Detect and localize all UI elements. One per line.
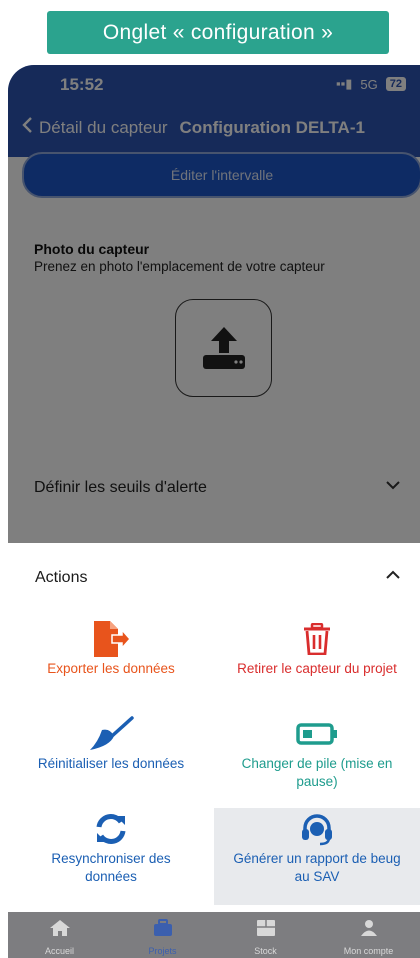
change-battery-button[interactable]: Changer de pile (mise en pause)	[214, 713, 420, 808]
tab-mon-compte-label: Mon compte	[343, 946, 394, 956]
tab-accueil[interactable]: Accueil	[8, 920, 111, 958]
export-data-label: Exporter les données	[47, 661, 175, 676]
tab-projets[interactable]: Projets	[111, 919, 214, 958]
trash-icon	[304, 623, 330, 655]
user-icon	[360, 920, 377, 936]
tab-projets-label: Projets	[148, 946, 177, 956]
tab-stock-label: Stock	[254, 946, 277, 956]
resync-data-label: Resynchroniser des données	[51, 851, 171, 884]
bug-report-button[interactable]: Générer un rapport de beug au SAV	[214, 808, 420, 905]
actions-title: Actions	[35, 569, 88, 586]
tab-bar: Accueil Projets Stock Mon compte	[8, 919, 420, 958]
actions-sheet: Actions Exporter les données Retirer le …	[8, 543, 420, 933]
reset-data-label: Réinitialiser les données	[37, 756, 185, 771]
broom-icon	[90, 716, 134, 750]
file-export-icon	[94, 621, 130, 657]
tab-stock[interactable]: Stock	[214, 920, 317, 958]
modal-overlay[interactable]	[8, 65, 420, 543]
remove-sensor-label: Retirer le capteur du projet	[237, 661, 397, 676]
battery-icon	[296, 723, 337, 745]
box-icon	[256, 920, 275, 936]
tab-accueil-label: Accueil	[44, 946, 74, 956]
chevron-up-icon[interactable]	[386, 570, 400, 579]
briefcase-icon	[153, 919, 172, 936]
change-battery-label: Changer de pile (mise en pause)	[241, 756, 393, 789]
sync-icon	[96, 814, 126, 844]
remove-sensor-button[interactable]: Retirer le capteur du projet	[214, 618, 420, 713]
home-icon	[49, 920, 70, 936]
resync-data-button[interactable]: Resynchroniser des données	[8, 808, 214, 903]
reset-data-button[interactable]: Réinitialiser les données	[8, 713, 214, 808]
headset-icon	[302, 814, 332, 846]
page-banner: Onglet « configuration »	[47, 11, 389, 54]
export-data-button[interactable]: Exporter les données	[8, 618, 214, 713]
tab-mon-compte[interactable]: Mon compte	[317, 920, 420, 958]
bug-report-label: Générer un rapport de beug au SAV	[233, 851, 401, 884]
